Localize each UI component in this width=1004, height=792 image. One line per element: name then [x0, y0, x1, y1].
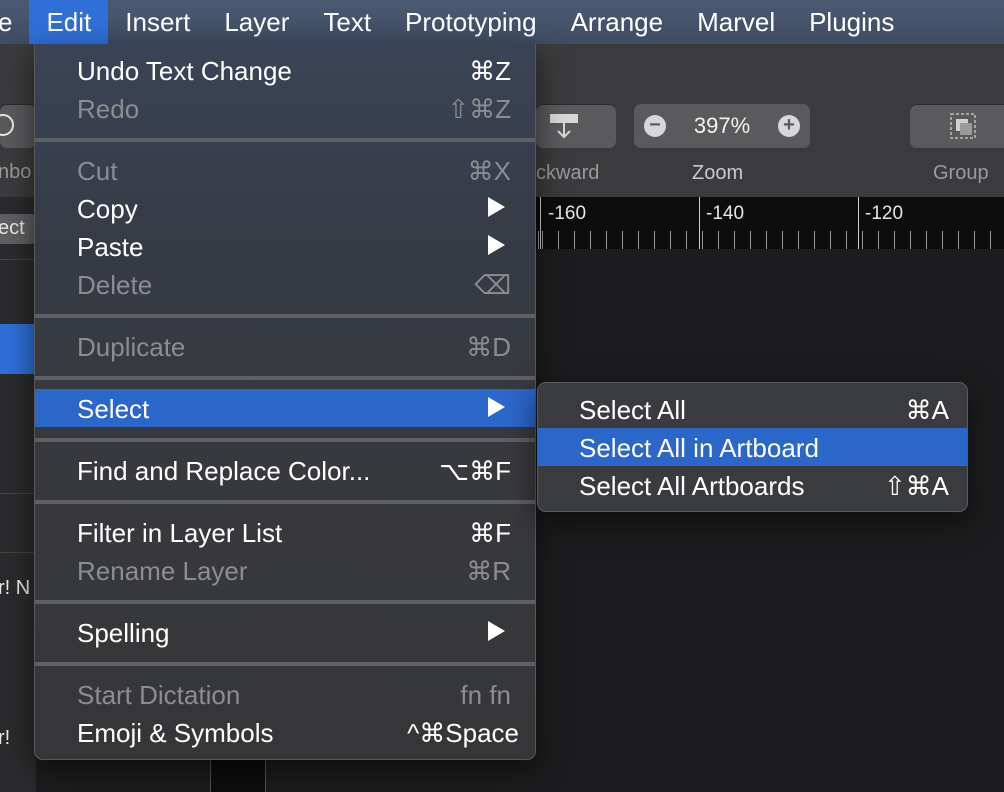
panel-divider: [0, 493, 36, 494]
edit-menu: Undo Text Change ⌘Z Redo ⇧⌘Z Cut ⌘X Copy…: [34, 44, 536, 760]
menu-item-shortcut: ⌘R: [466, 556, 511, 586]
menu-item-redo: Redo ⇧⌘Z: [35, 89, 535, 127]
menubar-item-marvel[interactable]: Marvel: [680, 0, 792, 44]
ruler-mark: -140: [706, 203, 745, 224]
menu-item-cut: Cut ⌘X: [35, 151, 535, 189]
panel-divider: [0, 552, 36, 553]
ruler-minor-ticks: [536, 231, 1004, 249]
menu-item-label: Select All: [579, 395, 686, 425]
menu-item-label: Find and Replace Color...: [77, 456, 371, 486]
symbol-label: nbo: [0, 161, 32, 183]
zoom-control: − 397% +: [634, 104, 810, 148]
menu-item-spelling[interactable]: Spelling: [35, 613, 535, 651]
menubar-item-insert[interactable]: Insert: [108, 0, 207, 44]
submenu-arrow-icon: [488, 197, 505, 217]
menubar-item-plugins[interactable]: Plugins: [792, 0, 911, 44]
panel-tab[interactable]: ect: [0, 214, 36, 244]
menu-separator: [35, 500, 535, 504]
menu-item-shortcut: ⌘D: [466, 332, 511, 362]
menu-item-paste[interactable]: Paste: [35, 227, 535, 265]
ruler-mark: -160: [548, 203, 587, 224]
menu-separator: [35, 376, 535, 380]
menu-item-label: Start Dictation: [77, 680, 241, 710]
group-icon: [950, 113, 976, 139]
backward-button[interactable]: [536, 104, 616, 148]
layer-row-selected[interactable]: [0, 324, 36, 374]
layer-text-preview: r! N: [0, 577, 31, 599]
submenu-arrow-icon: [488, 621, 505, 641]
menubar-item-layer[interactable]: Layer: [207, 0, 306, 44]
menu-item-undo[interactable]: Undo Text Change ⌘Z: [35, 51, 535, 89]
submenu-item-select-all-in-artboard[interactable]: Select All in Artboard: [538, 428, 967, 466]
menu-item-shortcut: ⌘Z: [469, 56, 511, 86]
menu-item-shortcut: ⇧⌘Z: [447, 94, 511, 124]
insert-dropdown-button[interactable]: [0, 104, 36, 148]
menubar-item-arrange[interactable]: Arrange: [554, 0, 681, 44]
ruler-mark: -120: [865, 203, 904, 224]
panel-divider: [0, 259, 36, 260]
menu-item-label: Duplicate: [77, 332, 186, 362]
menubar-item-edit[interactable]: Edit: [29, 0, 109, 44]
menu-item-filter-layer-list[interactable]: Filter in Layer List ⌘F: [35, 513, 535, 551]
submenu-item-select-all-artboards[interactable]: Select All Artboards ⇧⌘A: [538, 466, 967, 504]
menu-item-delete: Delete ⌫: [35, 265, 535, 303]
menu-item-emoji-symbols[interactable]: Emoji & Symbols ^⌘Space: [35, 713, 535, 751]
submenu-arrow-icon: [488, 235, 505, 255]
menu-separator: [35, 662, 535, 666]
group-button[interactable]: [910, 104, 1004, 148]
menu-item-shortcut: ⌘A: [905, 395, 949, 425]
menu-item-shortcut: ⌥⌘F: [439, 456, 511, 486]
menu-item-rename-layer: Rename Layer ⌘R: [35, 551, 535, 589]
menu-item-label: Rename Layer: [77, 556, 248, 586]
menu-item-shortcut: ⌘X: [467, 156, 511, 186]
menu-item-label: Spelling: [77, 618, 170, 648]
menu-bar: e Edit Insert Layer Text Prototyping Arr…: [0, 0, 1004, 44]
menu-item-label: Select: [77, 394, 150, 424]
group-label: Group: [933, 162, 989, 184]
menu-item-find-replace-color[interactable]: Find and Replace Color... ⌥⌘F: [35, 451, 535, 489]
menu-separator: [35, 138, 535, 142]
menu-item-shortcut: fn fn: [460, 680, 511, 710]
menu-separator: [35, 314, 535, 318]
horizontal-ruler: -160 -140 -120: [536, 197, 1004, 249]
canvas[interactable]: [536, 249, 1004, 792]
menu-item-label: Redo: [77, 94, 140, 124]
backward-label: ckward: [536, 162, 600, 184]
menu-item-label: Select All in Artboard: [579, 433, 819, 463]
zoom-in-button[interactable]: +: [778, 115, 800, 137]
layer-panel: ect r! N r!: [0, 197, 36, 792]
menu-item-select[interactable]: Select: [35, 389, 535, 427]
submenu-item-select-all[interactable]: Select All ⌘A: [538, 390, 967, 428]
menu-item-label: Select All Artboards: [579, 471, 805, 501]
select-submenu: Select All ⌘A Select All in Artboard Sel…: [537, 382, 968, 512]
menu-item-label: Filter in Layer List: [77, 518, 283, 548]
menu-item-shortcut: ⌘F: [469, 518, 511, 548]
menu-item-label: Paste: [77, 232, 144, 262]
menu-item-shortcut: ⇧⌘A: [883, 471, 949, 501]
delete-key-icon: ⌫: [474, 270, 511, 300]
insert-dropdown-icon: [0, 114, 14, 136]
vertical-ruler-fragment: [210, 760, 266, 792]
menu-item-label: Emoji & Symbols: [77, 718, 274, 748]
menu-item-label: Cut: [77, 156, 118, 186]
menu-item-duplicate: Duplicate ⌘D: [35, 327, 535, 365]
menu-item-shortcut: ^⌘Space: [407, 718, 519, 748]
panel-tab-label: ect: [0, 217, 25, 239]
backward-icon: [550, 114, 578, 139]
menubar-item-prototyping[interactable]: Prototyping: [388, 0, 554, 44]
layer-text-preview: r!: [0, 727, 11, 749]
menubar-item-file[interactable]: e: [0, 0, 29, 44]
menu-item-label: Copy: [77, 194, 138, 224]
menu-item-start-dictation: Start Dictation fn fn: [35, 675, 535, 713]
menu-item-copy[interactable]: Copy: [35, 189, 535, 227]
menu-separator: [35, 438, 535, 442]
menu-item-label: Delete: [77, 270, 153, 300]
submenu-arrow-icon: [488, 397, 505, 417]
zoom-label: Zoom: [692, 162, 744, 184]
menu-item-label: Undo Text Change: [77, 56, 292, 86]
menu-separator: [35, 600, 535, 604]
menubar-item-text[interactable]: Text: [306, 0, 388, 44]
